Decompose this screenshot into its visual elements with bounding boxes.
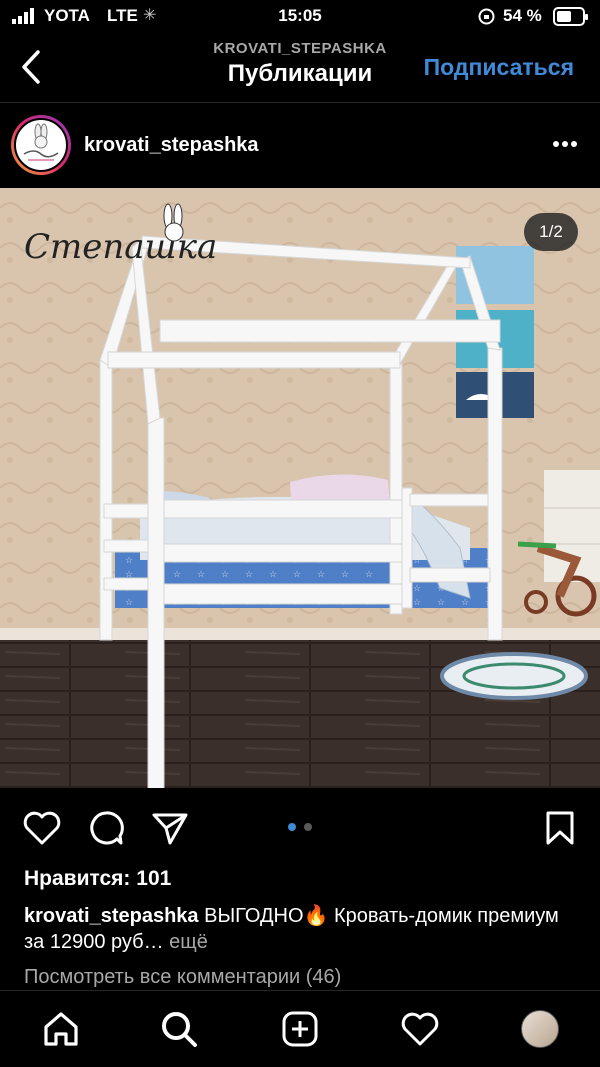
fire-emoji-icon: 🔥 — [303, 905, 329, 927]
post-caption: krovati_stepashka ВЫГОДНО🔥 Кровать-домик… — [24, 903, 584, 955]
carousel-dot-1 — [288, 823, 296, 831]
new-post-icon[interactable] — [281, 1010, 319, 1048]
battery-icon — [553, 7, 588, 26]
more-dots-icon[interactable] — [552, 140, 578, 148]
status-bar: YOTA LTE ✳ 15:05 54 % — [0, 0, 600, 34]
activity-heart-icon[interactable] — [400, 1011, 440, 1047]
caption-username[interactable]: krovati_stepashka — [24, 905, 199, 927]
bed-house-photo: ☆ — [0, 188, 600, 788]
post-image[interactable]: ☆ — [0, 188, 600, 788]
follow-button[interactable]: Подписаться — [424, 54, 574, 81]
nav-header: KROVATI_STEPASHKA Публикации Подписаться — [0, 34, 600, 103]
avatar-logo-image — [14, 118, 68, 172]
carousel-dot-2 — [304, 823, 312, 831]
comment-icon[interactable] — [86, 809, 126, 847]
carousel-counter: 1/2 — [524, 213, 578, 251]
profile-tab-avatar[interactable] — [521, 1010, 559, 1048]
profile-avatar[interactable] — [11, 115, 71, 175]
bookmark-icon[interactable] — [544, 810, 576, 846]
post-username[interactable]: krovati_stepashka — [84, 134, 259, 157]
search-icon[interactable] — [160, 1010, 198, 1048]
orientation-lock-icon — [478, 8, 495, 25]
battery-percent: 54 % — [503, 6, 542, 25]
brand-logo-text: Степашка — [24, 227, 217, 267]
bottom-tab-bar — [0, 990, 600, 1067]
caption-text: ВЫГОДНО — [204, 905, 304, 927]
share-send-icon[interactable] — [150, 810, 190, 846]
home-icon[interactable] — [42, 1010, 80, 1048]
view-comments-link[interactable]: Посмотреть все комментарии (46) — [24, 966, 341, 989]
likes-count[interactable]: Нравится: 101 — [24, 867, 171, 891]
heart-icon[interactable] — [22, 810, 62, 846]
caption-more-link[interactable]: ещё — [169, 931, 208, 953]
